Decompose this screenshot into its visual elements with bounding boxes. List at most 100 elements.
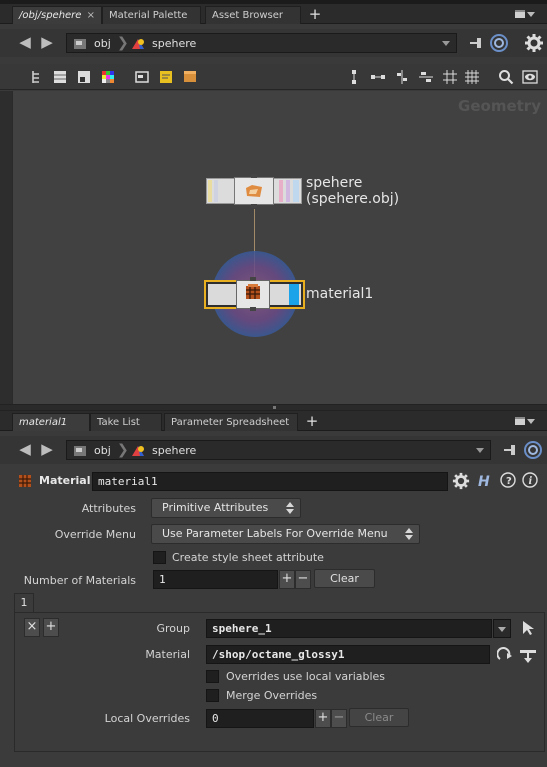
merge-overrides-label: Merge Overrides: [226, 689, 318, 702]
local-overrides-field[interactable]: 0: [206, 709, 314, 728]
tree-view-icon[interactable]: [30, 69, 46, 85]
obj-context-icon: [74, 446, 86, 456]
attributes-value: Primitive Attributes: [162, 501, 269, 514]
network-toolbar: [0, 64, 547, 90]
distribute-vertical-icon[interactable]: [394, 69, 410, 85]
overrides-local-vars-label: Overrides use local variables: [226, 670, 386, 683]
number-of-materials-label: Number of Materials: [23, 574, 136, 587]
clear-overrides-button[interactable]: Clear: [349, 708, 409, 727]
list-view-icon[interactable]: [52, 69, 68, 85]
add-tab-button[interactable]: +: [303, 413, 321, 431]
group-field[interactable]: spehere_1: [206, 619, 492, 638]
override-menu-label: Override Menu: [54, 528, 136, 541]
node-spehere[interactable]: [206, 174, 302, 208]
forward-arrow-icon[interactable]: ▶: [38, 442, 56, 458]
jump-to-node-icon[interactable]: [497, 647, 513, 663]
create-style-sheet-checkbox[interactable]: [153, 551, 166, 564]
chevron-down-icon[interactable]: [476, 448, 484, 453]
breadcrumb-spehere[interactable]: spehere: [152, 36, 196, 52]
close-icon[interactable]: ×: [87, 7, 95, 24]
path-breadcrumb[interactable]: obj ❯ spehere: [66, 33, 457, 53]
create-style-sheet-label: Create style sheet attribute: [172, 551, 324, 564]
pane-splitter[interactable]: [0, 404, 547, 411]
search-icon[interactable]: [498, 69, 514, 85]
remove-instance-button[interactable]: ×: [24, 618, 40, 637]
override-menu-dropdown[interactable]: Use Parameter Labels For Override Menu: [151, 524, 420, 544]
add-override-button[interactable]: +: [315, 709, 331, 728]
gear-icon[interactable]: [452, 472, 470, 490]
color-palette-icon[interactable]: [100, 69, 116, 85]
network-editor[interactable]: Geometry spehere (spehere.obj) material1: [12, 91, 547, 404]
clear-materials-button[interactable]: Clear: [314, 569, 375, 588]
material-label: Material: [145, 648, 190, 661]
attributes-dropdown[interactable]: Primitive Attributes: [151, 498, 301, 518]
node-material1[interactable]: [204, 277, 305, 311]
choose-operator-icon[interactable]: [519, 646, 537, 664]
add-tab-button[interactable]: +: [306, 6, 324, 24]
tab-label: Asset Browser: [212, 10, 284, 21]
snap-grid-icon[interactable]: [464, 69, 480, 85]
link-target-icon[interactable]: [524, 441, 542, 459]
tab-material1[interactable]: material1: [12, 413, 90, 431]
tab-obj-spehere[interactable]: /obj/spehere ×: [12, 6, 102, 24]
breadcrumb-spehere[interactable]: spehere: [152, 443, 196, 459]
context-watermark: Geometry: [458, 97, 541, 115]
grid-icon[interactable]: [442, 69, 458, 85]
grid-thumbnail-icon[interactable]: [76, 69, 92, 85]
multiparm-tab-1[interactable]: 1: [14, 593, 34, 612]
pin-icon[interactable]: [502, 442, 518, 458]
path-breadcrumb[interactable]: obj ❯ spehere: [66, 440, 491, 460]
breadcrumb-obj[interactable]: obj: [94, 36, 111, 52]
number-of-materials-field[interactable]: 1: [153, 570, 278, 589]
back-arrow-icon[interactable]: ◀: [16, 442, 34, 458]
geometry-object-icon: [132, 446, 144, 456]
up-down-arrows-icon: [405, 528, 413, 540]
distribute-horizontal-icon[interactable]: [418, 69, 434, 85]
svg-text:i: i: [529, 476, 533, 487]
network-box-icon[interactable]: [134, 69, 150, 85]
remove-material-button[interactable]: −: [295, 570, 311, 589]
display-flag[interactable]: [289, 284, 299, 305]
tab-take-list[interactable]: Take List: [90, 413, 162, 431]
svg-text:H: H: [478, 474, 490, 490]
hda-icon[interactable]: H: [476, 472, 494, 490]
up-down-arrows-icon: [286, 502, 294, 514]
remove-override-button[interactable]: −: [331, 709, 347, 728]
align-vertical-icon[interactable]: [346, 69, 362, 85]
merge-overrides-checkbox[interactable]: [206, 689, 219, 702]
material-node-icon: [19, 475, 31, 487]
group-menu-button[interactable]: [493, 619, 511, 638]
parameter-tab-bar: material1 Take List Parameter Spreadshee…: [0, 411, 547, 431]
pin-icon[interactable]: [468, 35, 484, 51]
help-icon[interactable]: ?: [500, 472, 516, 488]
insert-instance-button[interactable]: +: [43, 618, 59, 637]
chevron-down-icon[interactable]: [442, 41, 450, 46]
tab-label: material1: [19, 417, 68, 428]
pane-menu-button[interactable]: [513, 415, 537, 429]
pane-menu-button[interactable]: [513, 8, 537, 22]
select-arrow-icon[interactable]: [521, 620, 535, 636]
tab-material-palette[interactable]: Material Palette: [102, 6, 201, 24]
tab-parameter-spreadsheet[interactable]: Parameter Spreadsheet: [164, 413, 298, 431]
gear-icon[interactable]: [524, 33, 544, 53]
svg-text:?: ?: [506, 476, 512, 487]
material-node-icon: [246, 284, 260, 299]
info-icon[interactable]: i: [522, 472, 538, 488]
network-path-bar: ◀ ▶ obj ❯ spehere: [0, 29, 547, 57]
link-target-icon[interactable]: [490, 34, 508, 52]
subnet-box-icon[interactable]: [182, 69, 198, 85]
add-material-button[interactable]: +: [279, 570, 295, 589]
tab-asset-browser[interactable]: Asset Browser: [205, 6, 301, 24]
overrides-local-vars-checkbox[interactable]: [206, 670, 219, 683]
eye-icon[interactable]: [522, 69, 538, 85]
sticky-note-icon[interactable]: [158, 69, 174, 85]
back-arrow-icon[interactable]: ◀: [16, 35, 34, 51]
override-menu-value: Use Parameter Labels For Override Menu: [162, 527, 388, 540]
align-horizontal-icon[interactable]: [370, 69, 386, 85]
node-type-label: Material: [39, 474, 91, 487]
tab-label: Material Palette: [109, 10, 188, 21]
forward-arrow-icon[interactable]: ▶: [38, 35, 56, 51]
breadcrumb-obj[interactable]: obj: [94, 443, 111, 459]
material-path-field[interactable]: /shop/octane_glossy1: [206, 645, 490, 664]
node-name-field[interactable]: material1: [92, 472, 448, 491]
